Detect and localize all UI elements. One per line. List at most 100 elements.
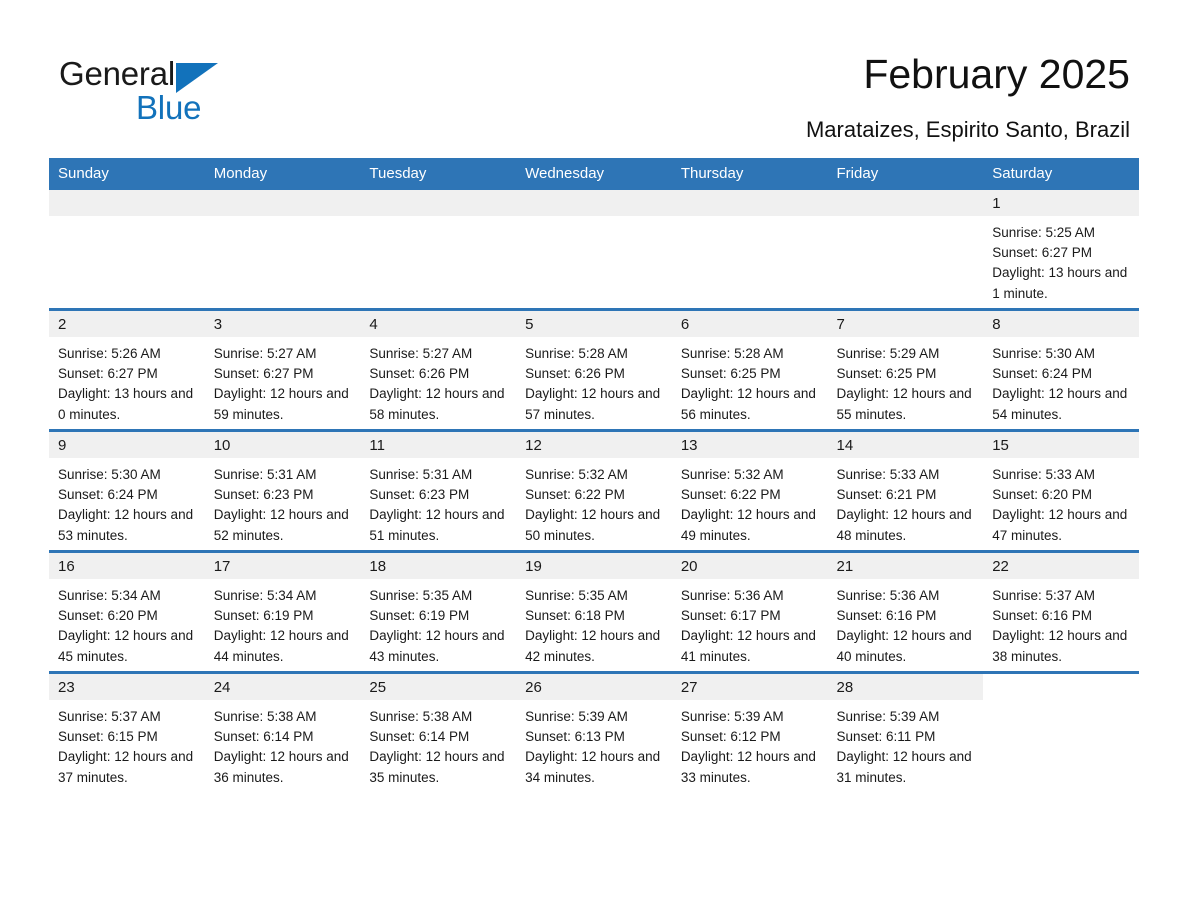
calendar-day-cell[interactable]: 3 Sunrise: 5:27 AM Sunset: 6:27 PM Daylight…	[204, 308, 361, 431]
page-header: General Blue February 2025 Marataizes, E…	[0, 0, 1188, 158]
day-content: 27 Sunrise: 5:39 AM Sunset: 6:12 PM Dayligh…	[671, 674, 828, 792]
sunset-text: Sunset: 6:25 PM	[680, 366, 781, 382]
calendar-empty-cell	[983, 671, 1139, 792]
calendar-day-cell[interactable]: 4 Sunrise: 5:27 AM Sunset: 6:26 PM Daylight…	[360, 308, 517, 431]
sunset-text: Sunset: 6:22 PM	[525, 487, 625, 503]
calendar-day-cell[interactable]: 27 Sunrise: 5:39 AM Sunset: 6:12 PM Dayligh…	[671, 671, 828, 792]
sunrise-text: Sunrise: 5:29 AM	[836, 346, 940, 361]
day-details: Sunrise: 5:27 AM Sunset: 6:26 PM Daylight:…	[360, 337, 516, 425]
sunset-text: Sunset: 6:23 PM	[369, 487, 470, 503]
day-content	[827, 190, 984, 308]
day-number	[49, 190, 205, 216]
day-content: 15 Sunrise: 5:33 AM Sunset: 6:20 PM Dayligh…	[983, 432, 1139, 550]
day-details: Sunrise: 5:31 AM Sunset: 6:23 PM Daylight:…	[360, 458, 516, 546]
day-number: 1	[983, 190, 1139, 216]
sunrise-text: Sunrise: 5:34 AM	[58, 588, 161, 603]
daylight-text: Daylight: 12 hours and 33 minutes.	[680, 749, 816, 785]
day-details: Sunrise: 5:39 AM Sunset: 6:12 PM Daylight:…	[672, 700, 828, 788]
sunset-text: Sunset: 6:26 PM	[525, 366, 625, 382]
calendar-empty-cell	[671, 190, 828, 310]
calendar-day-cell[interactable]: 11 Sunrise: 5:31 AM Sunset: 6:23 PM Dayligh…	[360, 429, 517, 552]
sunrise-text: Sunrise: 5:30 AM	[992, 346, 1096, 361]
daylight-text: Daylight: 12 hours and 58 minutes.	[369, 386, 505, 422]
day-number: 21	[827, 553, 984, 579]
calendar-day-cell[interactable]: 19 Sunrise: 5:35 AM Sunset: 6:18 PM Dayligh…	[516, 550, 672, 673]
calendar-day-cell[interactable]: 17 Sunrise: 5:34 AM Sunset: 6:19 PM Dayligh…	[204, 550, 361, 673]
sunset-text: Sunset: 6:21 PM	[836, 487, 937, 503]
day-number: 4	[360, 311, 517, 337]
calendar-day-cell[interactable]: 21 Sunrise: 5:36 AM Sunset: 6:16 PM Dayligh…	[827, 550, 984, 673]
calendar-day-cell[interactable]: 15 Sunrise: 5:33 AM Sunset: 6:20 PM Dayligh…	[983, 429, 1139, 552]
day-content: 10 Sunrise: 5:31 AM Sunset: 6:23 PM Dayligh…	[204, 432, 361, 550]
calendar-day-cell[interactable]: 24 Sunrise: 5:38 AM Sunset: 6:14 PM Dayligh…	[204, 671, 361, 792]
day-details: Sunrise: 5:38 AM Sunset: 6:14 PM Daylight:…	[205, 700, 361, 788]
sunset-text: Sunset: 6:20 PM	[58, 608, 158, 624]
daylight-text: Daylight: 12 hours and 41 minutes.	[680, 628, 816, 664]
general-blue-logo[interactable]: General Blue	[59, 55, 319, 130]
calendar-body: 1 Sunrise: 5:25 AM Sunset: 6:27 PM Daylight…	[49, 190, 1139, 792]
day-content: 14 Sunrise: 5:33 AM Sunset: 6:21 PM Dayligh…	[827, 432, 984, 550]
day-content: 25 Sunrise: 5:38 AM Sunset: 6:14 PM Dayligh…	[360, 674, 517, 792]
daylight-text: Daylight: 13 hours and 1 minute.	[992, 265, 1128, 301]
calendar-day-cell[interactable]: 22 Sunrise: 5:37 AM Sunset: 6:16 PM Dayligh…	[983, 550, 1139, 673]
day-content: 26 Sunrise: 5:39 AM Sunset: 6:13 PM Dayligh…	[516, 674, 672, 792]
calendar-day-cell[interactable]: 12 Sunrise: 5:32 AM Sunset: 6:22 PM Dayligh…	[516, 429, 672, 552]
sunrise-text: Sunrise: 5:28 AM	[680, 346, 784, 361]
day-content	[49, 190, 205, 308]
daylight-text: Daylight: 12 hours and 44 minutes.	[213, 628, 349, 664]
day-content: 16 Sunrise: 5:34 AM Sunset: 6:20 PM Dayligh…	[49, 553, 205, 671]
sunset-text: Sunset: 6:24 PM	[992, 366, 1093, 382]
sunrise-text: Sunrise: 5:28 AM	[525, 346, 628, 361]
calendar-day-cell[interactable]: 25 Sunrise: 5:38 AM Sunset: 6:14 PM Dayligh…	[360, 671, 517, 792]
calendar-day-cell[interactable]: 8 Sunrise: 5:30 AM Sunset: 6:24 PM Daylight…	[983, 308, 1139, 431]
calendar-day-cell[interactable]: 1 Sunrise: 5:25 AM Sunset: 6:27 PM Daylight…	[983, 190, 1139, 310]
calendar-day-cell[interactable]: 10 Sunrise: 5:31 AM Sunset: 6:23 PM Dayligh…	[204, 429, 361, 552]
day-details: Sunrise: 5:27 AM Sunset: 6:27 PM Daylight:…	[205, 337, 361, 425]
calendar-day-cell[interactable]: 13 Sunrise: 5:32 AM Sunset: 6:22 PM Dayligh…	[671, 429, 828, 552]
day-content: 18 Sunrise: 5:35 AM Sunset: 6:19 PM Dayligh…	[360, 553, 517, 671]
day-details: Sunrise: 5:33 AM Sunset: 6:20 PM Daylight:…	[983, 458, 1139, 546]
page-title: February 2025	[863, 51, 1130, 97]
daylight-text: Daylight: 12 hours and 40 minutes.	[836, 628, 972, 664]
sunrise-text: Sunrise: 5:31 AM	[213, 467, 317, 482]
day-content: 24 Sunrise: 5:38 AM Sunset: 6:14 PM Dayligh…	[204, 674, 361, 792]
day-content: 1 Sunrise: 5:25 AM Sunset: 6:27 PM Daylight…	[983, 190, 1139, 308]
calendar-header-row: Sunday Monday Tuesday Wednesday Thursday…	[49, 158, 1139, 190]
day-number	[983, 674, 1139, 700]
day-content: 12 Sunrise: 5:32 AM Sunset: 6:22 PM Dayligh…	[516, 432, 672, 550]
day-details: Sunrise: 5:39 AM Sunset: 6:11 PM Daylight:…	[828, 700, 984, 788]
calendar-day-cell[interactable]: 18 Sunrise: 5:35 AM Sunset: 6:19 PM Dayligh…	[360, 550, 517, 673]
daylight-text: Daylight: 12 hours and 59 minutes.	[213, 386, 349, 422]
day-content: 21 Sunrise: 5:36 AM Sunset: 6:16 PM Dayligh…	[827, 553, 984, 671]
day-number: 12	[516, 432, 672, 458]
sunrise-text: Sunrise: 5:31 AM	[369, 467, 473, 482]
day-content	[204, 190, 361, 308]
sunrise-text: Sunrise: 5:37 AM	[58, 709, 161, 724]
calendar-day-cell[interactable]: 14 Sunrise: 5:33 AM Sunset: 6:21 PM Dayligh…	[827, 429, 984, 552]
calendar-day-cell[interactable]: 9 Sunrise: 5:30 AM Sunset: 6:24 PM Daylight…	[49, 429, 205, 552]
day-details: Sunrise: 5:35 AM Sunset: 6:18 PM Daylight:…	[516, 579, 672, 667]
daylight-text: Daylight: 12 hours and 53 minutes.	[58, 507, 194, 543]
sunset-text: Sunset: 6:19 PM	[369, 608, 470, 624]
day-content: 4 Sunrise: 5:27 AM Sunset: 6:26 PM Daylight…	[360, 311, 517, 429]
day-number: 2	[49, 311, 205, 337]
calendar-day-cell[interactable]: 5 Sunrise: 5:28 AM Sunset: 6:26 PM Daylight…	[516, 308, 672, 431]
calendar-day-cell[interactable]: 7 Sunrise: 5:29 AM Sunset: 6:25 PM Daylight…	[827, 308, 984, 431]
calendar-day-cell[interactable]: 2 Sunrise: 5:26 AM Sunset: 6:27 PM Daylight…	[49, 308, 205, 431]
calendar-day-cell[interactable]: 26 Sunrise: 5:39 AM Sunset: 6:13 PM Dayligh…	[516, 671, 672, 792]
day-content: 11 Sunrise: 5:31 AM Sunset: 6:23 PM Dayligh…	[360, 432, 517, 550]
day-number: 28	[827, 674, 984, 700]
calendar-day-cell[interactable]: 28 Sunrise: 5:39 AM Sunset: 6:11 PM Dayligh…	[827, 671, 984, 792]
calendar-day-cell[interactable]: 20 Sunrise: 5:36 AM Sunset: 6:17 PM Dayligh…	[671, 550, 828, 673]
calendar-day-cell[interactable]: 6 Sunrise: 5:28 AM Sunset: 6:25 PM Daylight…	[671, 308, 828, 431]
day-number: 26	[516, 674, 672, 700]
day-content	[516, 190, 672, 308]
day-content: 6 Sunrise: 5:28 AM Sunset: 6:25 PM Daylight…	[671, 311, 828, 429]
day-details: Sunrise: 5:34 AM Sunset: 6:20 PM Daylight:…	[49, 579, 205, 667]
daylight-text: Daylight: 12 hours and 31 minutes.	[836, 749, 972, 785]
sunset-text: Sunset: 6:19 PM	[213, 608, 314, 624]
day-number: 6	[671, 311, 828, 337]
calendar-day-cell[interactable]: 23 Sunrise: 5:37 AM Sunset: 6:15 PM Dayligh…	[49, 671, 205, 792]
calendar-day-cell[interactable]: 16 Sunrise: 5:34 AM Sunset: 6:20 PM Dayligh…	[49, 550, 205, 673]
daylight-text: Daylight: 12 hours and 42 minutes.	[525, 628, 661, 664]
